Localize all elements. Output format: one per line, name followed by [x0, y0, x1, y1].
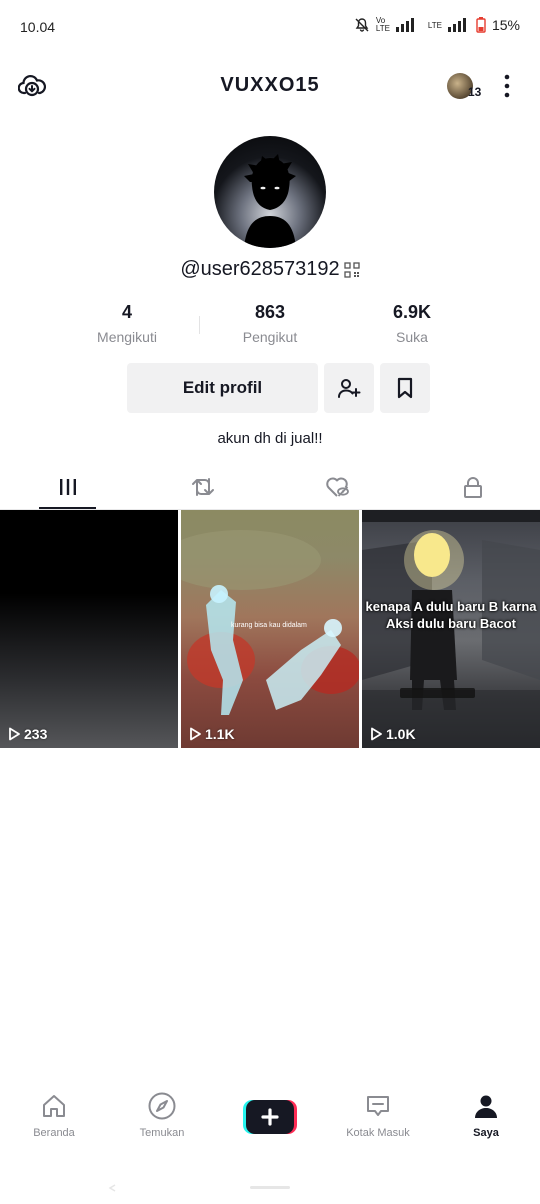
- repost-icon: [191, 478, 214, 496]
- stats: 4 Mengikuti 863 Pengikut 6.9K Suka: [0, 302, 540, 350]
- video-caption: kenapa A dulu baru B karna Aksi dulu bar…: [365, 599, 537, 631]
- liked-icon: [325, 477, 349, 497]
- video-thumbnail[interactable]: kurang bisa kau didalam 1.1K: [181, 510, 359, 748]
- following-label: Mengikuti: [97, 329, 157, 345]
- battery-percent: 15%: [491, 17, 520, 33]
- home-icon: [43, 1095, 65, 1117]
- play-icon: [9, 727, 20, 741]
- lock-icon: [463, 477, 482, 498]
- favorites-button[interactable]: [380, 363, 430, 413]
- create-button[interactable]: [243, 1100, 297, 1134]
- signal-icon-2: [447, 18, 466, 32]
- add-friend-button[interactable]: [324, 363, 374, 413]
- stat-divider: [199, 316, 200, 334]
- battery-icon: [476, 17, 486, 33]
- bookmark-icon: [397, 377, 413, 399]
- nav-profile-label: Saya: [473, 1127, 499, 1139]
- nav-home-label: Beranda: [33, 1127, 75, 1139]
- grid-icon: [59, 479, 76, 495]
- play-icon: [190, 727, 201, 741]
- back-gesture-icon: [108, 1184, 290, 1192]
- view-count: 1.1K: [189, 726, 235, 742]
- profile-bio: akun dh di jual!!: [217, 430, 323, 447]
- username: @user628573192: [180, 258, 340, 280]
- play-icon: [371, 727, 382, 741]
- likes-count: 6.9K: [392, 302, 432, 322]
- followers-count: 863: [254, 302, 286, 322]
- lte-label: LTE: [427, 20, 442, 30]
- video-thumbnail[interactable]: 233: [0, 510, 178, 748]
- likes-stat[interactable]: 6.9K Suka: [352, 302, 472, 345]
- following-stat[interactable]: 4 Mengikuti: [67, 302, 187, 345]
- nav-discover-label: Temukan: [139, 1127, 185, 1139]
- content-tabs: [0, 464, 540, 510]
- view-count-text: 233: [24, 726, 48, 742]
- mute-icon: [355, 18, 369, 32]
- profile-actions: Edit profil: [0, 363, 540, 413]
- inbox-icon: [367, 1096, 389, 1116]
- top-bar: VUXXO15 13: [0, 60, 540, 112]
- profile-avatar[interactable]: [214, 136, 326, 248]
- more-options-icon[interactable]: [500, 73, 514, 99]
- following-count: 4: [121, 302, 132, 322]
- view-count-text: 1.1K: [205, 726, 235, 742]
- status-time: 10.04: [20, 19, 56, 35]
- video-overlay-text: kurang bisa kau didalam: [231, 622, 307, 629]
- qr-code-icon[interactable]: [344, 261, 360, 278]
- tab-liked[interactable]: [270, 464, 405, 510]
- nav-home[interactable]: Beranda: [0, 1090, 108, 1139]
- followers-label: Pengikut: [242, 329, 298, 345]
- volte-label: Vo LTE: [375, 16, 390, 33]
- likes-label: Suka: [396, 329, 428, 345]
- view-count: 233: [8, 726, 47, 742]
- profile-icon: [475, 1095, 497, 1118]
- friends-count[interactable]: 13: [468, 85, 481, 99]
- edit-profile-button[interactable]: Edit profil: [127, 363, 318, 413]
- status-bar: 10.04 Vo LTE LTE 15%: [0, 0, 540, 56]
- followers-stat[interactable]: 863 Pengikut: [210, 302, 330, 345]
- compass-icon: [148, 1092, 176, 1120]
- bottom-nav: Beranda Temukan Kotak Masuk Saya: [0, 1090, 540, 1150]
- view-count: 1.0K: [370, 726, 416, 742]
- nav-inbox-label: Kotak Masuk: [346, 1127, 410, 1139]
- tab-reposts[interactable]: [135, 464, 270, 510]
- add-user-icon: [338, 379, 361, 398]
- nav-profile[interactable]: Saya: [432, 1090, 540, 1139]
- tab-videos[interactable]: [0, 464, 135, 510]
- video-thumbnail[interactable]: kenapa A dulu baru B karna Aksi dulu bar…: [362, 510, 540, 748]
- video-artwork: [181, 530, 359, 715]
- status-icons: Vo LTE LTE 15%: [354, 17, 520, 33]
- nav-discover[interactable]: Temukan: [108, 1090, 216, 1139]
- gesture-bar: [0, 1180, 540, 1192]
- tab-private[interactable]: [405, 464, 540, 510]
- username-row: @user628573192: [0, 258, 540, 281]
- view-count-text: 1.0K: [386, 726, 416, 742]
- signal-icon-1: [395, 18, 414, 32]
- nav-inbox[interactable]: Kotak Masuk: [324, 1090, 432, 1139]
- active-tab-indicator: [39, 507, 96, 509]
- video-grid: 233 kurang bisa kau didalam 1.1K kenapa …: [0, 510, 540, 748]
